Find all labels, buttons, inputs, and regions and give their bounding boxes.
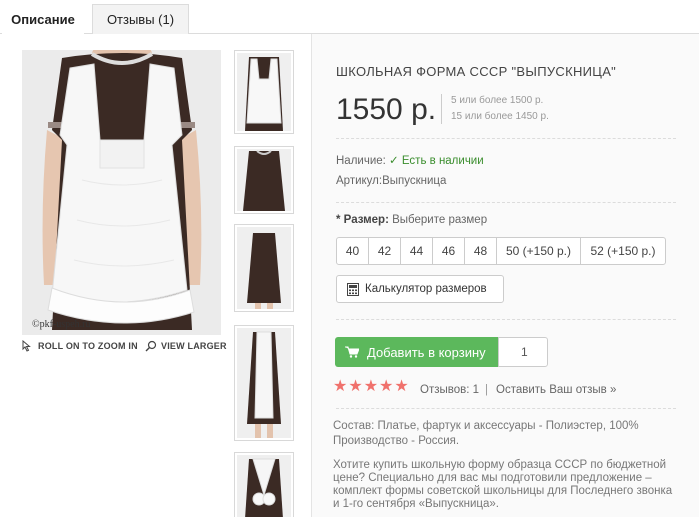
bulk-discount-1: 5 или более 1500 р. xyxy=(451,95,544,106)
thumbnail-4[interactable] xyxy=(234,325,294,441)
bulk-discount-2: 15 или более 1450 р. xyxy=(451,111,549,122)
size-options: 40 42 44 46 48 50 (+150 р.) 52 (+150 р.) xyxy=(336,237,666,265)
size-option[interactable]: 40 xyxy=(336,237,369,265)
size-placeholder: Выберите размер xyxy=(392,214,488,226)
tab-reviews[interactable]: Отзывы (1) xyxy=(92,4,189,34)
product-title: ШКОЛЬНАЯ ФОРМА СССР "ВЫПУСКНИЦА" xyxy=(336,64,617,79)
add-to-cart-label: Добавить в корзину xyxy=(367,344,486,360)
availability: Наличие: ✓ Есть в наличии xyxy=(336,153,484,167)
size-option[interactable]: 52 (+150 р.) xyxy=(580,237,666,265)
star-icon: ★ xyxy=(379,378,394,395)
view-larger-label: VIEW LARGER xyxy=(161,341,227,351)
star-icon: ★ xyxy=(348,378,363,395)
thumbnail-1[interactable] xyxy=(234,50,294,134)
sku: Артикул:Выпускница xyxy=(336,175,447,187)
product-price: 1550 р. xyxy=(336,93,437,126)
product-composition: Состав: Платье, фартук и аксессуары - По… xyxy=(333,420,639,447)
thumbnail-2[interactable] xyxy=(234,146,294,214)
star-icon: ★ xyxy=(394,378,409,395)
rating-stars: ★ ★ ★ ★ ★ xyxy=(333,379,409,395)
image-watermark: ©pkf-uspeh.ru xyxy=(32,319,91,330)
size-label-text: * Размер: xyxy=(336,214,389,226)
availability-label: Наличие: xyxy=(336,155,386,167)
zoom-hint-label: ROLL ON TO ZOOM IN xyxy=(38,341,138,351)
thumbnail-5[interactable] xyxy=(234,452,294,517)
leave-review-link[interactable]: Оставить Ваш отзыв » xyxy=(496,384,616,396)
view-larger-link[interactable]: VIEW LARGER xyxy=(145,340,227,352)
price-divider xyxy=(441,94,442,124)
size-option[interactable]: 48 xyxy=(464,237,497,265)
zoom-hint: ROLL ON TO ZOOM IN xyxy=(22,340,138,352)
main-product-image[interactable] xyxy=(22,50,221,335)
size-calculator-button[interactable]: Калькулятор размеров xyxy=(336,275,504,303)
tab-bar: Описание Отзывы (1) xyxy=(0,0,699,35)
size-calculator-label: Калькулятор размеров xyxy=(365,283,487,295)
size-option[interactable]: 46 xyxy=(432,237,465,265)
check-icon: ✓ xyxy=(389,155,399,167)
reviews-separator: | xyxy=(485,384,488,396)
add-to-cart-button[interactable]: Добавить в корзину xyxy=(335,337,498,367)
zoom-cursor-icon xyxy=(22,340,31,352)
size-option[interactable]: 42 xyxy=(368,237,401,265)
star-icon: ★ xyxy=(333,378,348,395)
product-info-panel: ШКОЛЬНАЯ ФОРМА СССР "ВЫПУСКНИЦА" 1550 р.… xyxy=(313,34,699,517)
thumbnail-3[interactable] xyxy=(234,224,294,312)
quantity-input[interactable]: 1 xyxy=(498,337,548,367)
divider xyxy=(336,138,676,139)
calculator-icon xyxy=(347,282,359,296)
tab-description[interactable]: Описание xyxy=(2,3,84,35)
availability-value: Есть в наличии xyxy=(401,155,484,167)
star-icon: ★ xyxy=(363,378,379,395)
divider xyxy=(336,202,676,203)
product-description: Хотите купить школьную форму образца ССС… xyxy=(333,459,673,510)
size-option[interactable]: 50 (+150 р.) xyxy=(496,237,581,265)
divider xyxy=(336,319,676,320)
magnifier-icon xyxy=(145,340,157,352)
cart-icon xyxy=(345,346,359,358)
size-option[interactable]: 44 xyxy=(400,237,433,265)
reviews-count-link[interactable]: Отзывов: 1 xyxy=(420,384,479,396)
size-label: * Размер: Выберите размер xyxy=(336,214,487,226)
divider xyxy=(336,408,676,409)
